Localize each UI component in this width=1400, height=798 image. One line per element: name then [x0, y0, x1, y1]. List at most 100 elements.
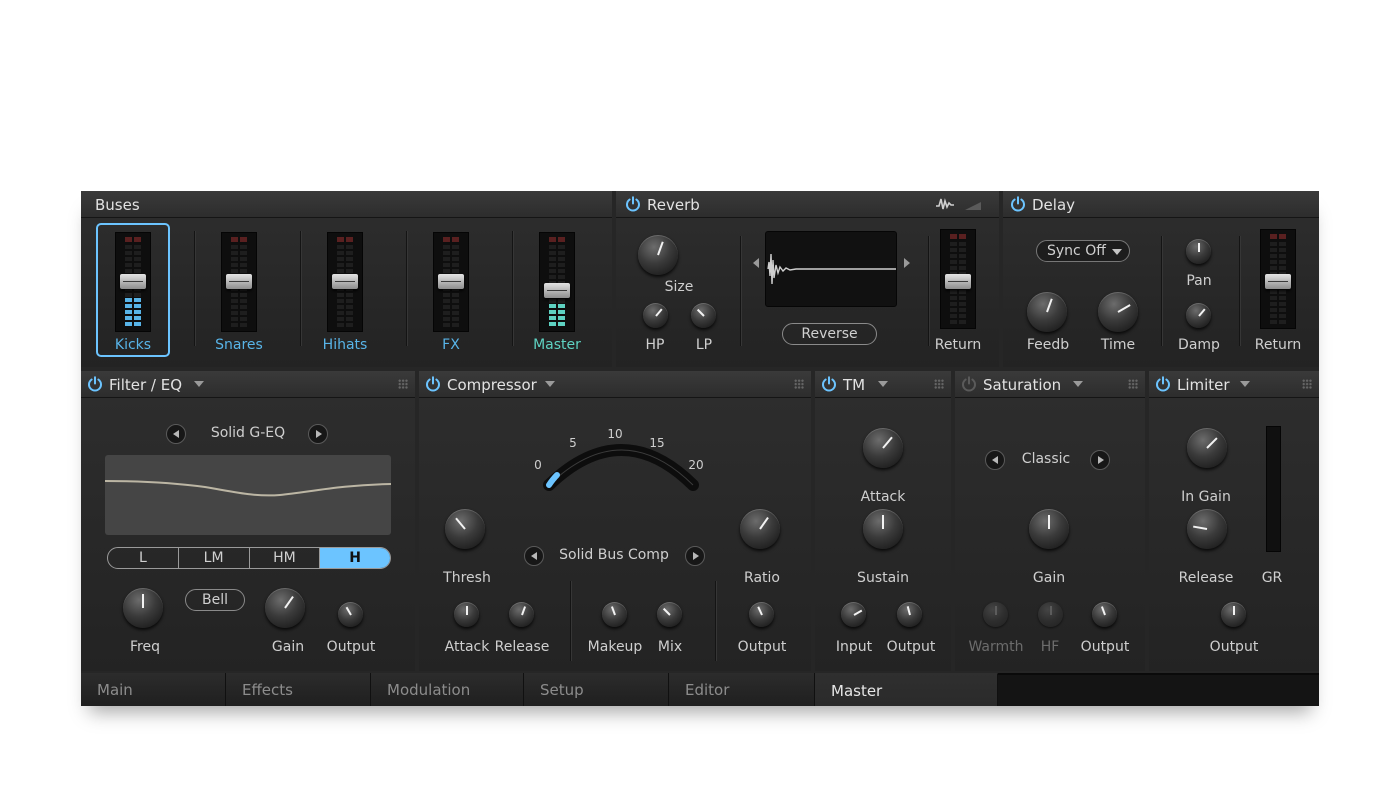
bus-fader-kicks[interactable]: [115, 232, 151, 332]
bus-fader-snares[interactable]: [221, 232, 257, 332]
delay-time-knob[interactable]: [1098, 292, 1138, 332]
limiter-menu-icon[interactable]: [1240, 381, 1250, 387]
limiter-in-gain-label: In Gain: [1181, 489, 1231, 505]
bus-fader-hihats[interactable]: [327, 232, 363, 332]
filter-eq-power-icon[interactable]: [87, 376, 103, 392]
compressor-menu-icon[interactable]: [545, 381, 555, 387]
comp-attack-knob[interactable]: [454, 602, 479, 627]
limiter-power-icon[interactable]: [1155, 376, 1171, 392]
band-lm-button[interactable]: LM: [179, 548, 250, 568]
bus-fader-master[interactable]: [539, 232, 575, 332]
bus-label[interactable]: FX: [442, 337, 460, 353]
bell-button[interactable]: Bell: [185, 589, 245, 611]
fader-handle[interactable]: [544, 283, 570, 298]
saturation-power-icon-off[interactable]: [961, 376, 977, 392]
fader-handle[interactable]: [945, 274, 971, 289]
tm-input-label: Input: [835, 639, 873, 655]
sat-warmth-knob[interactable]: [983, 602, 1008, 627]
band-l-button[interactable]: L: [108, 548, 179, 568]
tab-editor[interactable]: Editor: [669, 673, 815, 706]
reverse-button[interactable]: Reverse: [782, 323, 877, 345]
comp-preset-prev-button[interactable]: [524, 546, 544, 566]
bus-fader-fx[interactable]: [433, 232, 469, 332]
tm-output-knob[interactable]: [897, 602, 922, 627]
saturation-menu-icon[interactable]: [1073, 381, 1083, 387]
delay-pan-knob[interactable]: [1186, 239, 1211, 264]
eq-band-selector: L LM HM H: [107, 547, 391, 569]
tm-attack-knob[interactable]: [863, 428, 903, 468]
bus-label[interactable]: Snares: [215, 337, 263, 353]
compressor-power-icon[interactable]: [425, 376, 441, 392]
comp-mix-knob[interactable]: [657, 602, 682, 627]
ir-next-icon[interactable]: [903, 257, 911, 269]
tm-input-knob[interactable]: [841, 602, 866, 627]
tm-sustain-knob[interactable]: [863, 509, 903, 549]
sat-preset-next-button[interactable]: [1090, 450, 1110, 470]
sat-preset-prev-button[interactable]: [985, 450, 1005, 470]
fader-handle[interactable]: [120, 274, 146, 289]
limiter-in-gain-knob[interactable]: [1187, 428, 1227, 468]
comp-thresh-knob[interactable]: [445, 509, 485, 549]
band-hm-button[interactable]: HM: [250, 548, 321, 568]
eq-curve-display[interactable]: [104, 455, 392, 535]
grip-icon[interactable]: [398, 379, 408, 389]
delay-return-fader[interactable]: [1260, 229, 1296, 329]
sat-hf-knob[interactable]: [1038, 602, 1063, 627]
comp-release-knob[interactable]: [509, 602, 534, 627]
eq-preset-prev-button[interactable]: [166, 424, 186, 444]
bus-label[interactable]: Hihats: [323, 337, 368, 353]
band-h-button[interactable]: H: [320, 548, 390, 568]
comp-output-knob[interactable]: [749, 602, 774, 627]
tab-master[interactable]: Master: [815, 673, 998, 706]
saturation-section: Saturation Classic Gain Warmth HF Output: [955, 371, 1145, 671]
compressor-section: Compressor 0 5 10 15 20 Thresh Solid Bus…: [419, 371, 811, 671]
delay-power-icon[interactable]: [1010, 196, 1026, 212]
eq-output-knob[interactable]: [338, 602, 363, 627]
limiter-output-knob[interactable]: [1221, 602, 1246, 627]
ir-waveform-display[interactable]: [765, 231, 897, 307]
fader-handle[interactable]: [438, 274, 464, 289]
tab-setup[interactable]: Setup: [524, 673, 669, 706]
eq-freq-knob[interactable]: [123, 588, 163, 628]
tab-modulation[interactable]: Modulation: [371, 673, 524, 706]
eq-gain-knob[interactable]: [265, 588, 305, 628]
delay-feedb-knob[interactable]: [1027, 292, 1067, 332]
grip-icon[interactable]: [1128, 379, 1138, 389]
comp-makeup-label: Makeup: [587, 639, 643, 655]
tab-main[interactable]: Main: [81, 673, 226, 706]
fader-handle[interactable]: [332, 274, 358, 289]
tab-bar-filler: [998, 673, 1319, 706]
comp-preset-label: Solid Bus Comp: [559, 547, 669, 563]
grip-icon[interactable]: [794, 379, 804, 389]
tm-menu-icon[interactable]: [878, 381, 888, 387]
tm-power-icon[interactable]: [821, 376, 837, 392]
reverb-lp-knob[interactable]: [691, 303, 716, 328]
bus-label[interactable]: Master: [533, 337, 581, 353]
ramp-icon[interactable]: [963, 197, 983, 211]
sync-value: Sync Off: [1047, 243, 1106, 259]
sync-dropdown[interactable]: Sync Off: [1036, 240, 1130, 262]
eq-preset-next-button[interactable]: [308, 424, 328, 444]
bus-label[interactable]: Kicks: [115, 337, 151, 353]
waveform-icon[interactable]: [935, 197, 955, 211]
reverb-hp-knob[interactable]: [643, 303, 668, 328]
reverb-size-knob[interactable]: [638, 235, 678, 275]
reverb-power-icon[interactable]: [625, 196, 641, 212]
tab-effects[interactable]: Effects: [226, 673, 371, 706]
comp-makeup-knob[interactable]: [602, 602, 627, 627]
grip-icon[interactable]: [934, 379, 944, 389]
reverb-return-fader[interactable]: [940, 229, 976, 329]
limiter-release-knob[interactable]: [1187, 509, 1227, 549]
ir-prev-icon[interactable]: [752, 257, 760, 269]
delay-damp-knob[interactable]: [1186, 303, 1211, 328]
comp-preset-next-button[interactable]: [685, 546, 705, 566]
sat-output-knob[interactable]: [1092, 602, 1117, 627]
eq-freq-label: Freq: [130, 639, 160, 655]
comp-ratio-knob[interactable]: [740, 509, 780, 549]
fader-handle[interactable]: [1265, 274, 1291, 289]
grip-icon[interactable]: [1302, 379, 1312, 389]
sat-gain-knob[interactable]: [1029, 509, 1069, 549]
fader-handle[interactable]: [226, 274, 252, 289]
comp-attack-label: Attack: [444, 639, 490, 655]
filter-eq-menu-icon[interactable]: [194, 381, 204, 387]
